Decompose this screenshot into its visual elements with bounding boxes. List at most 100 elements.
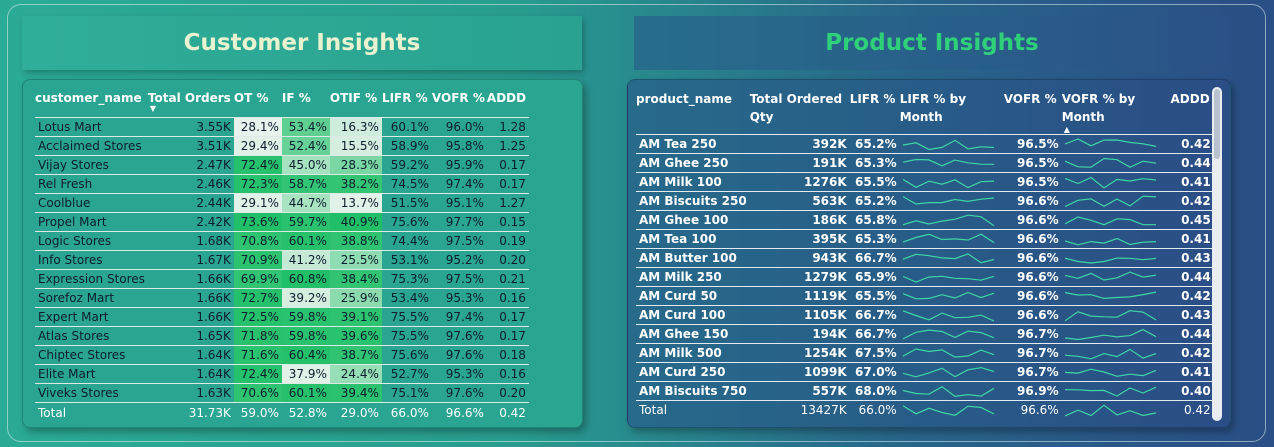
table-cell: 0.16 (499, 367, 526, 381)
table-cell: 75.1% (390, 386, 429, 400)
column-header[interactable]: Total Ordered Qty (750, 88, 850, 135)
scrollbar-thumb[interactable] (1214, 89, 1220, 159)
product-table-scrollbar[interactable] (1212, 87, 1222, 421)
column-header[interactable]: OT % (234, 90, 282, 118)
table-cell: 1.66K (196, 291, 231, 305)
lifr-sparkline-cell (900, 192, 1004, 211)
product-name-cell: AM Biscuits 250 (639, 194, 747, 208)
table-cell: 39.1% (329, 307, 382, 327)
column-header[interactable]: LIFR % (850, 88, 900, 135)
customer-table: customer_name Total Orders ▼ OT % IF % OTIF %… (35, 90, 529, 422)
table-row[interactable]: AM Ghee 150 194K 66.7% 96.7% 0.44 (636, 324, 1214, 344)
table-cell: 0.44 (1181, 156, 1211, 170)
table-cell: 53.4% (390, 291, 429, 305)
sort-desc-icon[interactable]: ▼ (150, 105, 234, 113)
table-row[interactable]: Atlas Stores 1.65K 71.8% 59.8% 39.6% 75.5% 97.… (35, 326, 529, 346)
table-row[interactable]: AM Butter 100 943K 66.7% 96.6% 0.43 (636, 248, 1214, 268)
column-header[interactable]: customer_name (35, 90, 148, 118)
table-cell: 96.0% (445, 120, 484, 134)
table-row[interactable]: Elite Mart 1.64K 72.4% 37.9% 24.4% 52.7% 95.3%… (35, 364, 529, 384)
table-cell: 44.7% (281, 193, 330, 213)
table-cell: 70.9% (233, 250, 282, 270)
table-cell: 51.5% (390, 196, 429, 210)
lifr-sparkline-cell (900, 154, 1004, 173)
table-cell: 96.7% (1017, 365, 1059, 379)
sparkline (902, 233, 995, 244)
product-name-cell: AM Milk 500 (639, 346, 722, 360)
table-row[interactable]: Chiptec Stores 1.64K 71.6% 60.4% 38.7% 75.6% 9… (35, 345, 529, 365)
column-header-label: OTIF % (329, 91, 378, 105)
sparkline (902, 385, 994, 398)
table-cell: 97.4% (445, 177, 484, 191)
sparkline (1064, 368, 1156, 377)
table-cell: 96.6% (1017, 251, 1059, 265)
total-cell: 52.8% (281, 402, 330, 422)
column-header[interactable]: IF % (282, 90, 330, 118)
table-row[interactable]: Expert Mart 1.66K 72.5% 59.8% 39.1% 75.5% 97.4… (35, 307, 529, 327)
table-row[interactable]: Expression Stores 1.66K 69.9% 60.8% 38.4% 75.… (35, 269, 529, 289)
table-row[interactable]: Acclaimed Stores 3.51K 29.4% 52.4% 15.5% 58.9… (35, 136, 529, 156)
table-cell: 2.46K (196, 177, 231, 191)
table-row[interactable]: AM Milk 500 1254K 67.5% 96.7% 0.42 (636, 343, 1214, 363)
column-header[interactable]: VOFR % by Month ▲ (1062, 88, 1164, 135)
table-row[interactable]: AM Curd 250 1099K 67.0% 96.7% 0.41 (636, 362, 1214, 382)
table-row[interactable]: Propel Mart 2.42K 73.6% 59.7% 40.9% 75.6% 97.7… (35, 212, 529, 232)
table-cell: 72.4% (233, 155, 282, 175)
column-header[interactable]: product_name (636, 88, 750, 135)
column-header[interactable]: LIFR % (382, 90, 432, 118)
table-cell: 96.5% (1017, 175, 1059, 189)
table-cell: 75.6% (390, 215, 429, 229)
table-cell: 0.15 (499, 215, 526, 229)
product-name-cell: AM Tea 100 (639, 232, 717, 246)
table-row[interactable]: Vijay Stores 2.47K 72.4% 45.0% 28.3% 59.2% 95.… (35, 155, 529, 175)
table-row[interactable]: AM Milk 100 1276K 65.5% 96.5% 0.41 (636, 172, 1214, 192)
column-header[interactable]: LIFR % by Month (900, 88, 1004, 135)
product-name-cell: AM Curd 50 (639, 289, 718, 303)
table-row[interactable]: Coolblue 2.44K 29.1% 44.7% 13.7% 51.5% 95.1% 1.… (35, 193, 529, 213)
sparkline-chart (902, 158, 994, 167)
product-name-cell: Total (639, 403, 668, 417)
sort-asc-icon[interactable]: ▲ (1064, 126, 1164, 134)
table-cell: 52.7% (390, 367, 429, 381)
table-cell: 392K (812, 137, 847, 151)
table-row[interactable]: AM Biscuits 750 557K 68.0% 96.9% 0.40 (636, 381, 1214, 401)
column-header[interactable]: ADDD (1164, 88, 1214, 135)
sparkline-chart (902, 366, 994, 378)
table-cell: 0.42 (1181, 289, 1211, 303)
table-row[interactable]: AM Biscuits 250 563K 65.2% 96.6% 0.42 (636, 191, 1214, 211)
customer-insights-title: Customer Insights (22, 16, 582, 70)
table-cell: 0.16 (499, 291, 526, 305)
customer-name-cell: Sorefoz Mart (38, 291, 115, 305)
table-row[interactable]: AM Milk 250 1279K 65.9% 96.6% 0.44 (636, 267, 1214, 287)
column-header[interactable]: OTIF % (330, 90, 382, 118)
table-row[interactable]: AM Ghee 250 191K 65.3% 96.5% 0.44 (636, 153, 1214, 173)
column-header[interactable]: VOFR % (432, 90, 487, 118)
table-row[interactable]: AM Tea 100 395K 65.3% 96.6% 0.41 (636, 229, 1214, 249)
sparkline (902, 139, 994, 151)
table-row[interactable]: Info Stores 1.67K 70.9% 41.2% 25.5% 53.1% 95.2… (35, 250, 529, 270)
customer-name-cell: Info Stores (38, 253, 103, 267)
column-header-label: product_name (636, 92, 733, 106)
sparkline-chart (1064, 216, 1156, 226)
table-row[interactable]: AM Ghee 100 186K 65.8% 96.6% 0.45 (636, 210, 1214, 230)
table-row[interactable]: Rel Fresh 2.46K 72.3% 58.7% 38.2% 74.5% 97.4% 0… (35, 174, 529, 194)
table-row[interactable]: AM Curd 50 1119K 65.5% 96.6% 0.42 (636, 286, 1214, 306)
column-header[interactable]: ADDD (487, 90, 529, 118)
sparkline (902, 196, 994, 205)
customer-name-cell: Acclaimed Stores (38, 139, 142, 153)
table-cell: 1.66K (196, 272, 231, 286)
table-row[interactable]: AM Curd 100 1105K 66.7% 96.6% 0.43 (636, 305, 1214, 325)
table-row[interactable]: Sorefoz Mart 1.66K 72.7% 39.2% 25.9% 53.4% 95.… (35, 288, 529, 308)
column-header[interactable]: VOFR % (1004, 88, 1062, 135)
column-header-label: Total Ordered Qty (749, 92, 843, 124)
product-name-cell: AM Milk 100 (639, 175, 722, 189)
vofr-sparkline-cell (1062, 363, 1164, 382)
column-header[interactable]: Total Orders ▼ (148, 90, 234, 118)
sparkline-chart (1064, 291, 1156, 300)
table-row[interactable]: Lotus Mart 3.55K 28.1% 53.4% 16.3% 60.1% 96.0%… (35, 117, 529, 137)
table-cell: 53.1% (390, 253, 429, 267)
table-row[interactable]: AM Tea 250 392K 65.2% 96.5% 0.42 (636, 134, 1214, 154)
table-row[interactable]: Logic Stores 1.68K 70.8% 60.1% 38.8% 74.4% 97.… (35, 231, 529, 251)
table-row[interactable]: Viveks Stores 1.63K 70.6% 60.1% 39.4% 75.1% 97… (35, 383, 529, 403)
table-cell: 66.0% (858, 403, 897, 417)
